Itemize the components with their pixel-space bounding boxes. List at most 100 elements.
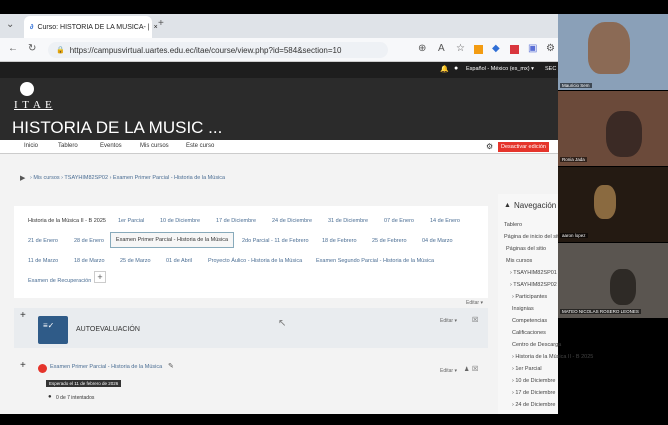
tab-historia[interactable]: Historia de la Música II - B 2025 (28, 218, 106, 224)
navigation-block-icon: ▲ (504, 202, 511, 209)
activity-checkbox-icon[interactable]: ☒ (472, 365, 478, 373)
toggle-edit-button[interactable]: Desactivar edición (498, 142, 549, 152)
video-tile-mauricio[interactable]: Mauricio Sem (558, 14, 668, 90)
nav-item-mis-cursos[interactable]: Mis cursos (140, 143, 169, 149)
video-tile-ronia[interactable]: Ronia Jada (558, 91, 668, 166)
tab-17-dic[interactable]: 17 de Diciembre (216, 218, 256, 224)
section-drag-plus-icon[interactable]: + (20, 310, 26, 321)
extension-purple-icon[interactable]: ▣ (528, 44, 537, 54)
activity-user-icon[interactable]: ♟ (464, 366, 469, 373)
edit-menu-link[interactable]: Editar ▾ (466, 300, 483, 306)
autoevaluacion-title: AUTOEVALUACIÓN (76, 326, 140, 333)
sidebar-item-inicio-sitio[interactable]: Página de inicio del sitio (504, 234, 563, 240)
section-checkbox-icon[interactable]: ☒ (472, 316, 478, 324)
tab-04-mar[interactable]: 04 de Marzo (422, 238, 453, 244)
lock-icon: 🔒 (56, 47, 65, 54)
tab-18-feb[interactable]: 18 de Febrero (322, 238, 357, 244)
tab-examen-recuperacion[interactable]: Examen de Recuperación (28, 278, 91, 284)
url-field[interactable]: 🔒 https://campusvirtual.uartes.edu.ec/it… (48, 42, 388, 58)
quiz-icon (38, 364, 47, 373)
sidebar-item-tablero[interactable]: Tablero (504, 222, 522, 228)
tab-01-abr[interactable]: 01 de Abril (166, 258, 192, 264)
activity-edit-link[interactable]: Editar ▾ (440, 368, 457, 374)
sidebar-item-1er-parcial[interactable]: › 1er Parcial (512, 366, 542, 372)
browser-menu-icon[interactable]: ⚙ (546, 44, 555, 54)
sidebar-item-17-dic[interactable]: › 17 de Diciembre (512, 390, 555, 396)
moodle-top-bar: 🔔 ● Español - México (es_mx) ▾ SEC (0, 62, 558, 78)
new-tab-button[interactable]: + (158, 19, 164, 29)
tab-18-mar[interactable]: 18 de Marzo (74, 258, 105, 264)
reload-icon[interactable]: ↻ (28, 44, 36, 54)
home-breadcrumb-icon[interactable]: ▶ (20, 174, 25, 182)
tab-proyecto-aulico[interactable]: Proyecto Áulico - Historia de la Música (208, 258, 302, 264)
user-menu[interactable]: SEC (545, 66, 556, 72)
participant-face-icon (588, 22, 630, 74)
back-arrow-icon[interactable]: ← (8, 44, 18, 54)
participant-face-icon (594, 185, 616, 219)
sidebar-item-participantes[interactable]: › Participantes (512, 294, 547, 300)
tab-07-ene[interactable]: 07 de Enero (384, 218, 414, 224)
itae-logo-text: I T A E (14, 99, 53, 111)
tab-25-mar[interactable]: 25 de Marzo (120, 258, 151, 264)
browser-tab[interactable]: ∂ Curso: HISTORIA DE LA MUSICA- | × (24, 16, 158, 38)
activity-drag-plus-icon[interactable]: + (20, 360, 26, 371)
edit-pencil-icon[interactable]: ✎ (168, 362, 174, 370)
url-text: https://campusvirtual.uartes.edu.ec/itae… (69, 45, 342, 55)
favorite-star-icon[interactable]: ☆ (456, 44, 465, 54)
extension-blue-icon[interactable]: ◆ (492, 44, 500, 54)
tab-10-dic[interactable]: 10 de Diciembre (160, 218, 200, 224)
nav-item-tablero[interactable]: Tablero (58, 143, 78, 149)
nav-item-eventos[interactable]: Eventos (100, 143, 122, 149)
participant-face-icon (610, 269, 636, 305)
tab-28-ene[interactable]: 28 de Enero (74, 238, 104, 244)
sidebar-item-competencias[interactable]: Competencias (512, 318, 547, 324)
settings-gear-icon[interactable]: ⚙ (486, 142, 493, 151)
course-header: I T A E HISTORIA DE LA MUSIC ... (0, 78, 558, 140)
breadcrumb[interactable]: › Mis cursos › TSAYHIM82SP02 › Examen Pr… (30, 175, 225, 181)
tab-1er-parcial[interactable]: 1er Parcial (118, 218, 144, 224)
sidebar-item-24-dic[interactable]: › 24 de Diciembre (512, 402, 555, 408)
tab-title: Curso: HISTORIA DE LA MUSICA- | (37, 23, 150, 31)
sidebar-item-tsayhim82sp02[interactable]: › TSAYHIM82SP02 (510, 282, 557, 288)
nav-item-este-curso[interactable]: Este curso (186, 143, 214, 149)
sidebar-item-insignias[interactable]: Insignias (512, 306, 534, 312)
course-title: HISTORIA DE LA MUSIC ... (12, 118, 223, 137)
sidebar-item-mis-cursos[interactable]: Mis cursos (506, 258, 532, 264)
tab-list-chevron-icon[interactable]: ⌄ (6, 20, 14, 30)
tab-14-ene[interactable]: 14 de Enero (430, 218, 460, 224)
participant-name: aaron lopez (560, 233, 588, 238)
course-nav-bar: Inicio Tablero Eventos Mis cursos Este c… (0, 140, 558, 154)
video-tile-mateo[interactable]: MATEO NICOLAS ROSERO LEONES (558, 243, 668, 318)
zoom-icon[interactable]: ⊕ (418, 44, 426, 54)
sidebar-item-paginas[interactable]: Páginas del sitio (506, 246, 546, 252)
add-tab-button[interactable]: + (94, 271, 106, 283)
notifications-bell-icon[interactable]: 🔔 (440, 65, 449, 73)
sidebar-item-calificaciones[interactable]: Calificaciones (512, 330, 546, 336)
tab-25-feb[interactable]: 25 de Febrero (372, 238, 407, 244)
tab-examen-segundo-parcial[interactable]: Examen Segundo Parcial - Historia de la … (316, 258, 434, 264)
tab-31-dic[interactable]: 31 de Diciembre (328, 218, 368, 224)
read-aloud-icon[interactable]: A (438, 44, 445, 54)
extension-orange-icon[interactable] (474, 45, 483, 54)
sidebar-item-centro-descarga[interactable]: Centro de Descarga (512, 342, 561, 348)
activity-title-link[interactable]: Examen Primer Parcial - Historia de la M… (50, 364, 162, 370)
itae-logo-icon (20, 82, 34, 96)
tab-11-mar[interactable]: 11 de Marzo (28, 258, 58, 264)
section-edit-link[interactable]: Editar ▾ (440, 318, 457, 324)
tab-2do-parcial[interactable]: 2do Parcial - 11 de Febrero (242, 238, 309, 244)
language-selector[interactable]: Español - México (es_mx) ▾ (466, 66, 534, 72)
tab-24-dic[interactable]: 24 de Diciembre (272, 218, 312, 224)
attempts-text: 0 de 7 intentados (56, 395, 95, 401)
tab-21-ene[interactable]: 21 de Enero (28, 238, 58, 244)
messages-icon[interactable]: ● (454, 65, 458, 72)
sidebar-item-10-dic[interactable]: › 10 de Diciembre (512, 378, 555, 384)
participant-name: Mauricio Sem (560, 83, 592, 88)
nav-item-inicio[interactable]: Inicio (24, 143, 38, 149)
sidebar-item-historia[interactable]: › Historia de la Música II - B 2025 (512, 354, 593, 360)
mouse-cursor-icon: ↖ (278, 318, 287, 329)
tab-examen-primer-parcial-active[interactable]: Examen Primer Parcial - Historia de la M… (110, 232, 234, 248)
video-tile-aaron[interactable]: aaron lopez (558, 167, 668, 242)
extension-red-icon[interactable] (510, 45, 519, 54)
sidebar-item-tsayhim82sp01[interactable]: › TSAYHIM82SP01 (510, 270, 557, 276)
checklist-icon: ≡✓ (38, 316, 68, 344)
